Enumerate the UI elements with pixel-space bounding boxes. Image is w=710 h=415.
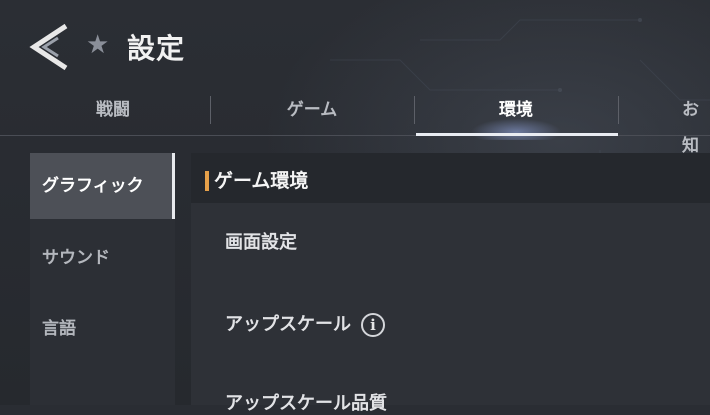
page-title: 設定	[127, 32, 186, 65]
tab-divider	[618, 96, 619, 124]
settings-sidebar: グラフィック サウンド 言語	[30, 153, 175, 405]
sidebar-item-graphics[interactable]: グラフィック	[30, 153, 175, 219]
section-title: ゲーム環境	[214, 170, 309, 192]
section-accent-bar	[205, 171, 209, 191]
setting-label: アップスケール	[225, 314, 351, 335]
setting-row-upscale-quality[interactable]: アップスケール品質	[225, 389, 387, 415]
setting-row-screen[interactable]: 画面設定	[225, 228, 297, 254]
back-arrow-icon[interactable]	[28, 22, 72, 72]
sidebar-item-language[interactable]: 言語	[30, 296, 175, 362]
setting-label: アップスケール品質	[225, 393, 387, 414]
settings-panel: ゲーム環境 画面設定 アップスケール i アップスケール品質	[191, 153, 710, 414]
tab-divider	[414, 96, 415, 124]
info-icon[interactable]: i	[361, 313, 385, 337]
active-tab-underline	[416, 133, 618, 136]
sidebar-item-sound[interactable]: サウンド	[30, 225, 175, 291]
setting-row-upscale[interactable]: アップスケール i	[225, 310, 385, 337]
header: ★ 設定	[0, 0, 710, 92]
tab-environment[interactable]: 環境	[416, 92, 616, 134]
tab-notice[interactable]: お知	[628, 92, 710, 156]
section-header: ゲーム環境	[191, 153, 710, 203]
tab-game[interactable]: ゲーム	[212, 92, 412, 134]
tab-divider	[210, 96, 211, 124]
setting-label: 画面設定	[225, 232, 297, 253]
star-icon: ★	[86, 30, 110, 60]
tab-bar: 戦闘 ゲーム 環境 お知	[0, 92, 710, 156]
tab-battle[interactable]: 戦闘	[18, 92, 208, 134]
